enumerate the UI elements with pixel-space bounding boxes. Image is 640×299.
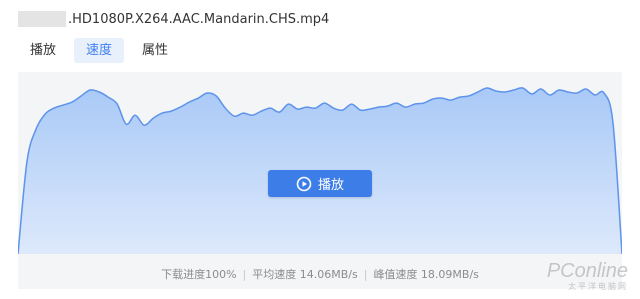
tab-speed[interactable]: 速度	[74, 38, 125, 63]
stats-divider: |	[363, 268, 368, 281]
redacted-region	[18, 11, 66, 27]
download-stats: 下载进度100% | 平均速度 14.06MB/s | 峰值速度 18.09MB/s	[0, 266, 640, 282]
play-button-label: 播放	[317, 177, 344, 192]
file-name: .HD1080P.X264.AAC.Mandarin.CHS.mp4	[68, 11, 330, 27]
average-speed: 平均速度 14.06MB/s	[252, 268, 358, 281]
speed-chart	[18, 87, 622, 254]
stats-divider: |	[242, 268, 247, 281]
peak-speed: 峰值速度 18.09MB/s	[373, 268, 479, 281]
watermark-subtitle: 太平洋电脑网	[568, 282, 628, 291]
tab-play[interactable]: 播放	[18, 38, 68, 63]
tab-properties[interactable]: 属性	[130, 38, 180, 63]
file-title-row: .HD1080P.X264.AAC.Mandarin.CHS.mp4	[18, 8, 329, 30]
tab-bar: 播放 速度 属性	[18, 38, 180, 63]
watermark-logo: PConline	[546, 260, 628, 282]
play-button[interactable]: 播放	[268, 170, 372, 197]
play-circle-icon	[296, 176, 312, 192]
watermark: PConline 太平洋电脑网	[547, 261, 628, 291]
download-progress: 下载进度100%	[161, 268, 237, 281]
